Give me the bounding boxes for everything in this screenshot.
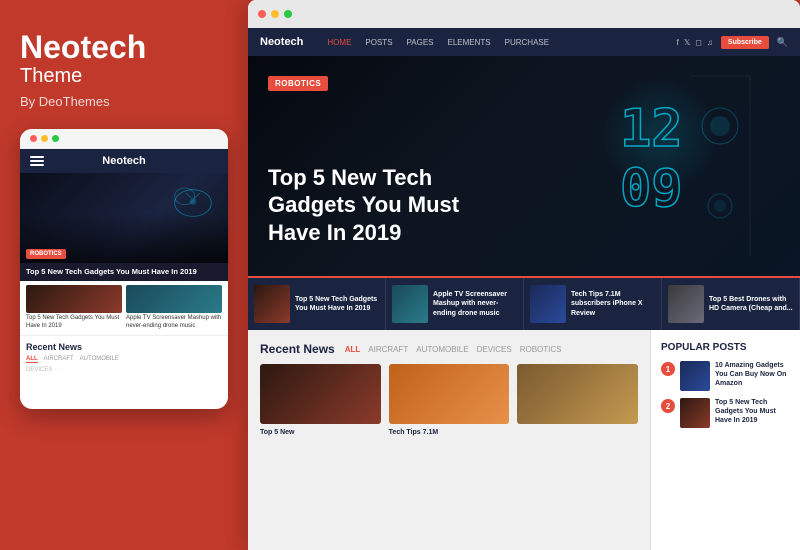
thumb-item-3[interactable]: Tech Tips 7.1M subscribers iPhone X Revi… <box>524 278 662 330</box>
mobile-tab-automobile[interactable]: AUTOMOBILE <box>80 356 119 363</box>
thumb-item-2[interactable]: Apple TV Screensaver Mashup with never-e… <box>386 278 524 330</box>
site-nav: Neotech HOME POSTS PAGES ELEMENTS PURCHA… <box>248 28 800 56</box>
search-icon[interactable]: 🔍 <box>777 37 788 48</box>
site-logo: Neotech <box>260 36 303 48</box>
mobile-tab-aircraft[interactable]: AIRCRAFT <box>44 356 74 363</box>
mobile-recent-title: Recent News <box>26 342 222 352</box>
thumb-text-3: Tech Tips 7.1M subscribers iPhone X Revi… <box>571 290 655 317</box>
mobile-more-tabs: DEVICES · · · <box>26 367 222 373</box>
tiktok-icon[interactable]: ♫ <box>707 38 713 47</box>
thumb-img-4 <box>668 285 704 323</box>
recent-news-title: Recent News <box>260 342 335 356</box>
filter-tab-all[interactable]: ALL <box>345 345 361 354</box>
mobile-cards: Top 5 New Tech Gadgets You Must Have In … <box>20 281 228 336</box>
browser-dot-red <box>258 10 266 18</box>
hero-section: 12 09 ROBOTICS Top 5 New Tech Gadgets Yo… <box>248 56 800 276</box>
browser-mockup: Neotech HOME POSTS PAGES ELEMENTS PURCHA… <box>248 0 800 550</box>
news-img-2 <box>389 364 510 424</box>
brand-by: By DeoThemes <box>20 94 228 109</box>
filter-tabs: ALL AIRCRAFT AUTOMOBILE DEVICES ROBOTICS <box>345 345 562 354</box>
news-img-1 <box>260 364 381 424</box>
popular-item-2: 2 Top 5 New Tech Gadgets You Must Have I… <box>661 398 790 428</box>
popular-num-1: 1 <box>661 362 675 376</box>
mobile-card-1-text: Top 5 New Tech Gadgets You Must Have In … <box>26 315 122 331</box>
subscribe-button[interactable]: Subscribe <box>721 36 769 49</box>
content-left: Recent News ALL AIRCRAFT AUTOMOBILE DEVI… <box>248 330 650 550</box>
popular-text-2: Top 5 New Tech Gadgets You Must Have In … <box>715 398 790 425</box>
mobile-dot-yellow <box>41 135 48 142</box>
social-icons: f 𝕏 ◻ ♫ <box>677 38 713 47</box>
browser-dot-green <box>284 10 292 18</box>
thumb-item-4[interactable]: Top 5 Best Drones with HD Camera (Cheap … <box>662 278 800 330</box>
facebook-icon[interactable]: f <box>677 38 679 47</box>
brand-subtitle: Theme <box>20 65 228 88</box>
thumb-text-2: Apple TV Screensaver Mashup with never-e… <box>433 290 517 317</box>
nav-item-pages[interactable]: PAGES <box>407 38 434 47</box>
mobile-dots <box>20 129 228 149</box>
mobile-hero: ROBOTICS <box>20 173 228 263</box>
popular-text-1: 10 Amazing Gadgets You Can Buy Now On Am… <box>715 361 790 388</box>
news-grid: Top 5 New Tech Tips 7.1M <box>260 364 638 437</box>
thumb-img-2 <box>392 285 428 323</box>
mobile-dot-red <box>30 135 37 142</box>
main-content: Recent News ALL AIRCRAFT AUTOMOBILE DEVI… <box>248 330 800 550</box>
hero-glow <box>600 76 720 196</box>
mobile-hero-title-area: Top 5 New Tech Gadgets You Must Have In … <box>20 263 228 281</box>
news-item-3 <box>517 364 638 437</box>
thumb-img-3 <box>530 285 566 323</box>
instagram-icon[interactable]: ◻ <box>695 38 702 47</box>
filter-tab-automobile[interactable]: AUTOMOBILE <box>416 345 468 354</box>
left-panel: Neotech Theme By DeoThemes Neotech <box>0 0 248 550</box>
nav-item-purchase[interactable]: PURCHASE <box>505 38 549 47</box>
browser-dot-yellow <box>271 10 279 18</box>
mobile-card-2: Apple TV Screensaver Mashup with never-e… <box>126 285 222 331</box>
mobile-recent-news: Recent News ALL AIRCRAFT AUTOMOBILE DEVI… <box>20 336 228 379</box>
mobile-brand: Neotech <box>102 155 145 167</box>
popular-posts-title: POPULAR POSTS <box>661 342 790 353</box>
mobile-mockup: Neotech ROBOTICS Top 5 New Tech Gadgets … <box>20 129 228 409</box>
popular-item-1: 1 10 Amazing Gadgets You Can Buy Now On … <box>661 361 790 391</box>
mobile-tab-all[interactable]: ALL <box>26 356 38 363</box>
filter-tab-devices[interactable]: DEVICES <box>477 345 512 354</box>
thumb-text-4: Top 5 Best Drones with HD Camera (Cheap … <box>709 295 793 313</box>
filter-tab-aircraft[interactable]: AIRCRAFT <box>368 345 408 354</box>
content-right: POPULAR POSTS 1 10 Amazing Gadgets You C… <box>650 330 800 550</box>
nav-item-elements[interactable]: ELEMENTS <box>448 38 491 47</box>
hero-category-badge: ROBOTICS <box>268 76 328 91</box>
thumb-item-1[interactable]: Top 5 New Tech Gadgets You Must Have In … <box>248 278 386 330</box>
hero-title: Top 5 New Tech Gadgets You Must Have In … <box>268 164 488 247</box>
popular-img-1 <box>680 361 710 391</box>
mobile-nav: Neotech <box>20 149 228 173</box>
thumb-text-1: Top 5 New Tech Gadgets You Must Have In … <box>295 295 379 313</box>
hamburger-icon <box>30 156 44 166</box>
mobile-hero-title: Top 5 New Tech Gadgets You Must Have In … <box>26 267 222 277</box>
news-img-3 <box>517 364 638 424</box>
mobile-card-2-image <box>126 285 222 313</box>
browser-chrome <box>248 0 800 28</box>
news-item-1: Top 5 New <box>260 364 381 437</box>
news-label-2: Tech Tips 7.1M <box>389 428 510 437</box>
mobile-card-2-text: Apple TV Screensaver Mashup with never-e… <box>126 315 222 331</box>
mobile-dot-green <box>52 135 59 142</box>
recent-news-header: Recent News ALL AIRCRAFT AUTOMOBILE DEVI… <box>260 342 638 356</box>
thumb-img-1 <box>254 285 290 323</box>
filter-tab-robotics[interactable]: ROBOTICS <box>520 345 562 354</box>
nav-item-posts[interactable]: POSTS <box>365 38 392 47</box>
mobile-filter-tabs: ALL AIRCRAFT AUTOMOBILE <box>26 356 222 363</box>
nav-item-home[interactable]: HOME <box>327 38 351 47</box>
twitter-icon[interactable]: 𝕏 <box>684 38 690 47</box>
mobile-card-1: Top 5 New Tech Gadgets You Must Have In … <box>26 285 122 331</box>
site-nav-right: f 𝕏 ◻ ♫ Subscribe 🔍 <box>677 36 788 49</box>
news-item-2: Tech Tips 7.1M <box>389 364 510 437</box>
news-label-1: Top 5 New <box>260 428 381 437</box>
mobile-hero-badge: ROBOTICS <box>26 249 66 259</box>
brand-title: Neotech <box>20 30 228 65</box>
thumbnail-strip: Top 5 New Tech Gadgets You Must Have In … <box>248 276 800 330</box>
popular-img-2 <box>680 398 710 428</box>
mobile-card-1-image <box>26 285 122 313</box>
popular-num-2: 2 <box>661 399 675 413</box>
